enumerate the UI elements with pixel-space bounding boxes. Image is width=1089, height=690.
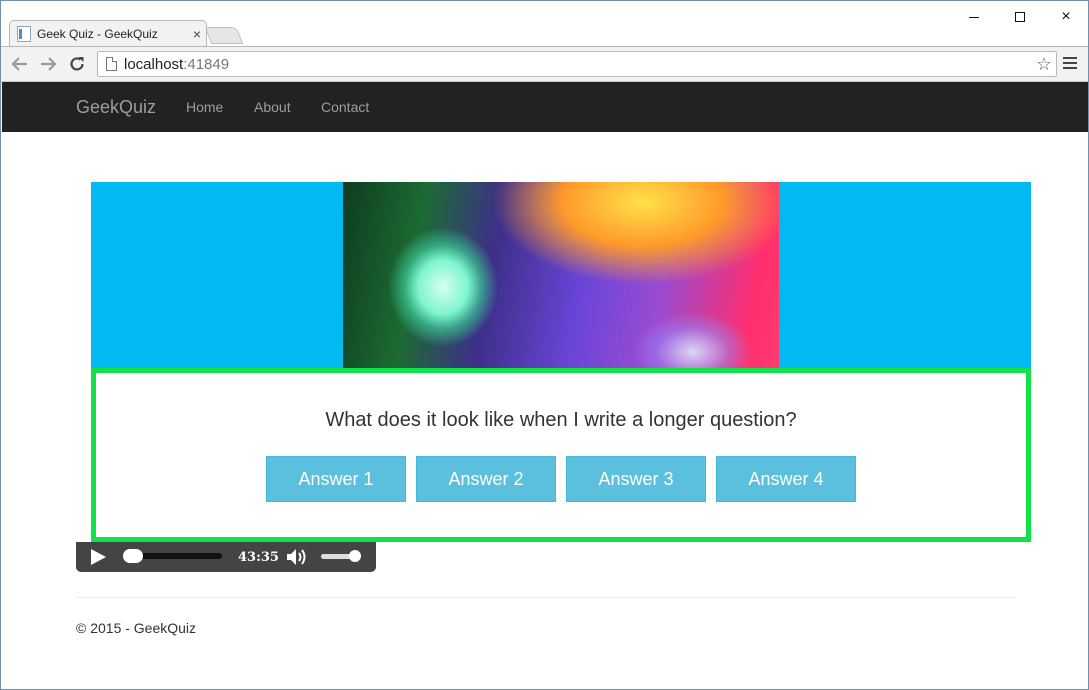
- browser-menu-icon[interactable]: [1063, 55, 1077, 71]
- url-port: :41849: [183, 55, 230, 73]
- answer-button-3[interactable]: Answer 3: [566, 456, 706, 502]
- hero-image: [343, 182, 779, 368]
- answer-button-1[interactable]: Answer 1: [266, 456, 406, 502]
- browser-window: Geek Quiz - GeekQuiz × × localhost:41849…: [0, 0, 1089, 690]
- title-bar: Geek Quiz - GeekQuiz × ×: [1, 1, 1088, 46]
- question-text: What does it look like when I write a lo…: [325, 409, 797, 431]
- tab-title: Geek Quiz - GeekQuiz: [37, 26, 158, 41]
- answer-button-2[interactable]: Answer 2: [416, 456, 556, 502]
- reload-button[interactable]: [66, 53, 88, 75]
- answer-button-4[interactable]: Answer 4: [716, 456, 856, 502]
- browser-toolbar: localhost:41849 ☆: [1, 46, 1088, 82]
- seek-thumb[interactable]: [123, 549, 143, 563]
- forward-button[interactable]: [37, 53, 59, 75]
- arrow-right-icon: [41, 57, 57, 71]
- nav-link-about[interactable]: About: [254, 99, 291, 115]
- maximize-icon: [1015, 12, 1025, 22]
- time-display: 43:35: [238, 550, 279, 565]
- page-icon: [106, 57, 117, 71]
- volume-icon[interactable]: [285, 547, 309, 567]
- reload-icon: [70, 57, 84, 71]
- window-minimize-button[interactable]: [951, 3, 997, 31]
- question-panel: What does it look like when I write a lo…: [91, 368, 1031, 542]
- bookmark-star-icon[interactable]: ☆: [1036, 54, 1052, 75]
- nav-link-contact[interactable]: Contact: [321, 99, 369, 115]
- window-maximize-button[interactable]: [997, 3, 1043, 31]
- tab-close-icon[interactable]: ×: [189, 26, 205, 42]
- minimize-icon: [969, 16, 979, 18]
- page-favicon-icon: [17, 25, 31, 42]
- footer-text: © 2015 - GeekQuiz: [76, 620, 197, 636]
- volume-thumb[interactable]: [349, 550, 361, 562]
- arrow-left-icon: [11, 57, 27, 71]
- close-icon: ×: [1061, 8, 1071, 25]
- footer-divider: [76, 597, 1016, 598]
- site-navbar: GeekQuiz Home About Contact: [2, 82, 1088, 132]
- window-close-button[interactable]: ×: [1043, 3, 1088, 31]
- play-icon[interactable]: [91, 549, 106, 565]
- seek-bar[interactable]: [123, 549, 222, 563]
- audio-player: 43:35: [76, 542, 376, 572]
- new-tab-button[interactable]: [204, 27, 244, 44]
- nav-link-home[interactable]: Home: [186, 99, 223, 115]
- address-bar[interactable]: localhost:41849 ☆: [97, 51, 1057, 77]
- brand-link[interactable]: GeekQuiz: [76, 97, 156, 118]
- answer-list: Answer 1 Answer 2 Answer 3 Answer 4: [266, 456, 856, 502]
- back-button[interactable]: [9, 53, 31, 75]
- quiz-hero-banner: [91, 182, 1031, 368]
- url-text: localhost:41849: [124, 56, 229, 73]
- browser-tab[interactable]: Geek Quiz - GeekQuiz ×: [13, 21, 205, 46]
- volume-slider[interactable]: [321, 550, 361, 562]
- url-host: localhost: [124, 55, 184, 73]
